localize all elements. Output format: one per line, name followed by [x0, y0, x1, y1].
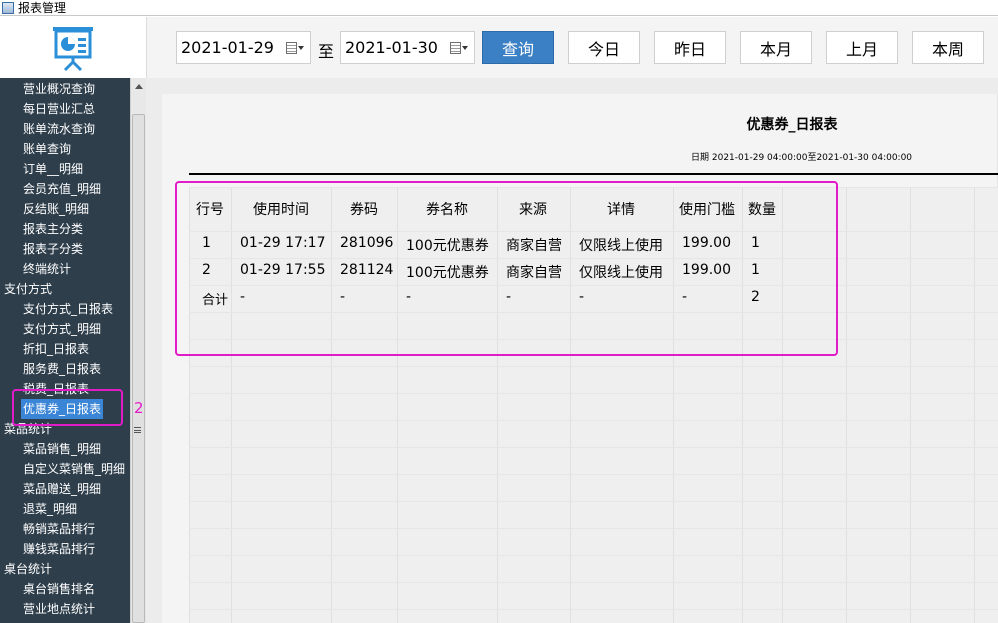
sidebar-item[interactable]: 每日营业汇总	[23, 99, 95, 119]
grid-row-line	[189, 582, 998, 583]
app-icon	[2, 1, 14, 14]
last-month-button[interactable]: 上月	[826, 31, 898, 64]
scroll-thumb[interactable]	[132, 114, 145, 623]
report-title-wrap: 优惠券_日报表	[162, 114, 998, 134]
sidebar-item[interactable]: 营业地点统计	[23, 599, 95, 619]
step-number: 2	[134, 399, 144, 417]
grid-row-line	[189, 393, 998, 394]
query-button[interactable]: 查询	[482, 31, 554, 64]
grid-row-line	[189, 528, 998, 529]
sidebar-item[interactable]: 账单流水查询	[23, 119, 95, 139]
calendar-dropdown-icon[interactable]	[286, 41, 304, 54]
grid-row-line	[189, 366, 998, 367]
window-title: 报表管理	[18, 0, 67, 15]
sidebar-item[interactable]: 赚钱菜品排行	[23, 539, 95, 559]
sidebar-item[interactable]: 账单查询	[23, 139, 71, 159]
sidebar-item[interactable]: 桌台销售排名	[23, 579, 95, 599]
window-titlebar: 报表管理	[0, 0, 998, 16]
end-date-picker[interactable]: 2021-01-30	[340, 31, 475, 64]
grid-row-line	[189, 447, 998, 448]
logo-area	[0, 17, 146, 78]
sidebar-item[interactable]: 支付方式_日报表	[23, 299, 113, 319]
date-range-separator: 至	[318, 42, 335, 61]
this-month-button[interactable]: 本月	[740, 31, 812, 64]
sidebar-item[interactable]: 自定义菜销售_明细	[23, 459, 125, 479]
yesterday-button[interactable]: 昨日	[654, 31, 726, 64]
sidebar-item[interactable]: 退菜_明细	[23, 499, 77, 519]
sidebar-item[interactable]: 反结账_明细	[23, 199, 89, 219]
sidebar-item[interactable]: 折扣_日报表	[23, 339, 89, 359]
grid-row-line	[189, 501, 998, 502]
title-underline	[189, 173, 998, 175]
sidebar-item[interactable]: 订单__明细	[23, 159, 83, 179]
this-week-button[interactable]: 本周	[912, 31, 984, 64]
end-date-value: 2021-01-30	[345, 38, 438, 57]
toolbar: 2021-01-29 至 2021-01-30 查询 今日 昨日 本月 上月 本…	[146, 17, 998, 78]
sidebar-item[interactable]: 菜品销售_明细	[23, 439, 101, 459]
grid-row-line	[189, 609, 998, 610]
grid-row-line	[189, 474, 998, 475]
scroll-grip-icon	[134, 427, 141, 433]
highlight-box-table	[175, 181, 838, 356]
grid-row-line	[189, 420, 998, 421]
sidebar-item[interactable]: 报表主分类	[23, 219, 83, 239]
today-button[interactable]: 今日	[568, 31, 640, 64]
scroll-up-arrow-icon[interactable]	[135, 84, 143, 89]
start-date-picker[interactable]: 2021-01-29	[176, 31, 311, 64]
calendar-dropdown-icon[interactable]	[450, 41, 468, 54]
sidebar-item[interactable]: 报表子分类	[23, 239, 83, 259]
sidebar-group-label[interactable]: 支付方式	[4, 279, 52, 299]
report-title: 优惠券_日报表	[746, 117, 838, 133]
sidebar-item[interactable]: 菜品赠送_明细	[23, 479, 101, 499]
report-date-range: 日期 2021-01-29 04:00:00至2021-01-30 04:00:…	[691, 153, 913, 163]
report-page: 优惠券_日报表 日期 2021-01-29 04:00:00至2021-01-3…	[162, 94, 998, 623]
report-presentation-icon	[53, 26, 93, 71]
sidebar-item[interactable]: 支付方式_明细	[23, 319, 101, 339]
sidebar-item[interactable]: 会员充值_明细	[23, 179, 101, 199]
sidebar-item[interactable]: 服务费_日报表	[23, 359, 101, 379]
grid-column-line	[846, 187, 847, 623]
start-date-value: 2021-01-29	[181, 38, 274, 57]
sidebar-scrollbar[interactable]	[130, 78, 146, 623]
highlight-box-menu	[12, 389, 123, 426]
sidebar-item[interactable]: 畅销菜品排行	[23, 519, 95, 539]
sidebar-nav: 营业概况查询 每日营业汇总 账单流水查询 账单查询 订单__明细 会员充值_明细 反结账_明…	[0, 78, 130, 623]
sidebar-item[interactable]: 终端统计	[23, 259, 71, 279]
grid-column-line	[910, 187, 911, 623]
grid-column-line	[974, 187, 975, 623]
grid-row-line	[189, 555, 998, 556]
sidebar-group-label[interactable]: 桌台统计	[4, 559, 52, 579]
sidebar-item[interactable]: 营业概况查询	[23, 79, 95, 99]
